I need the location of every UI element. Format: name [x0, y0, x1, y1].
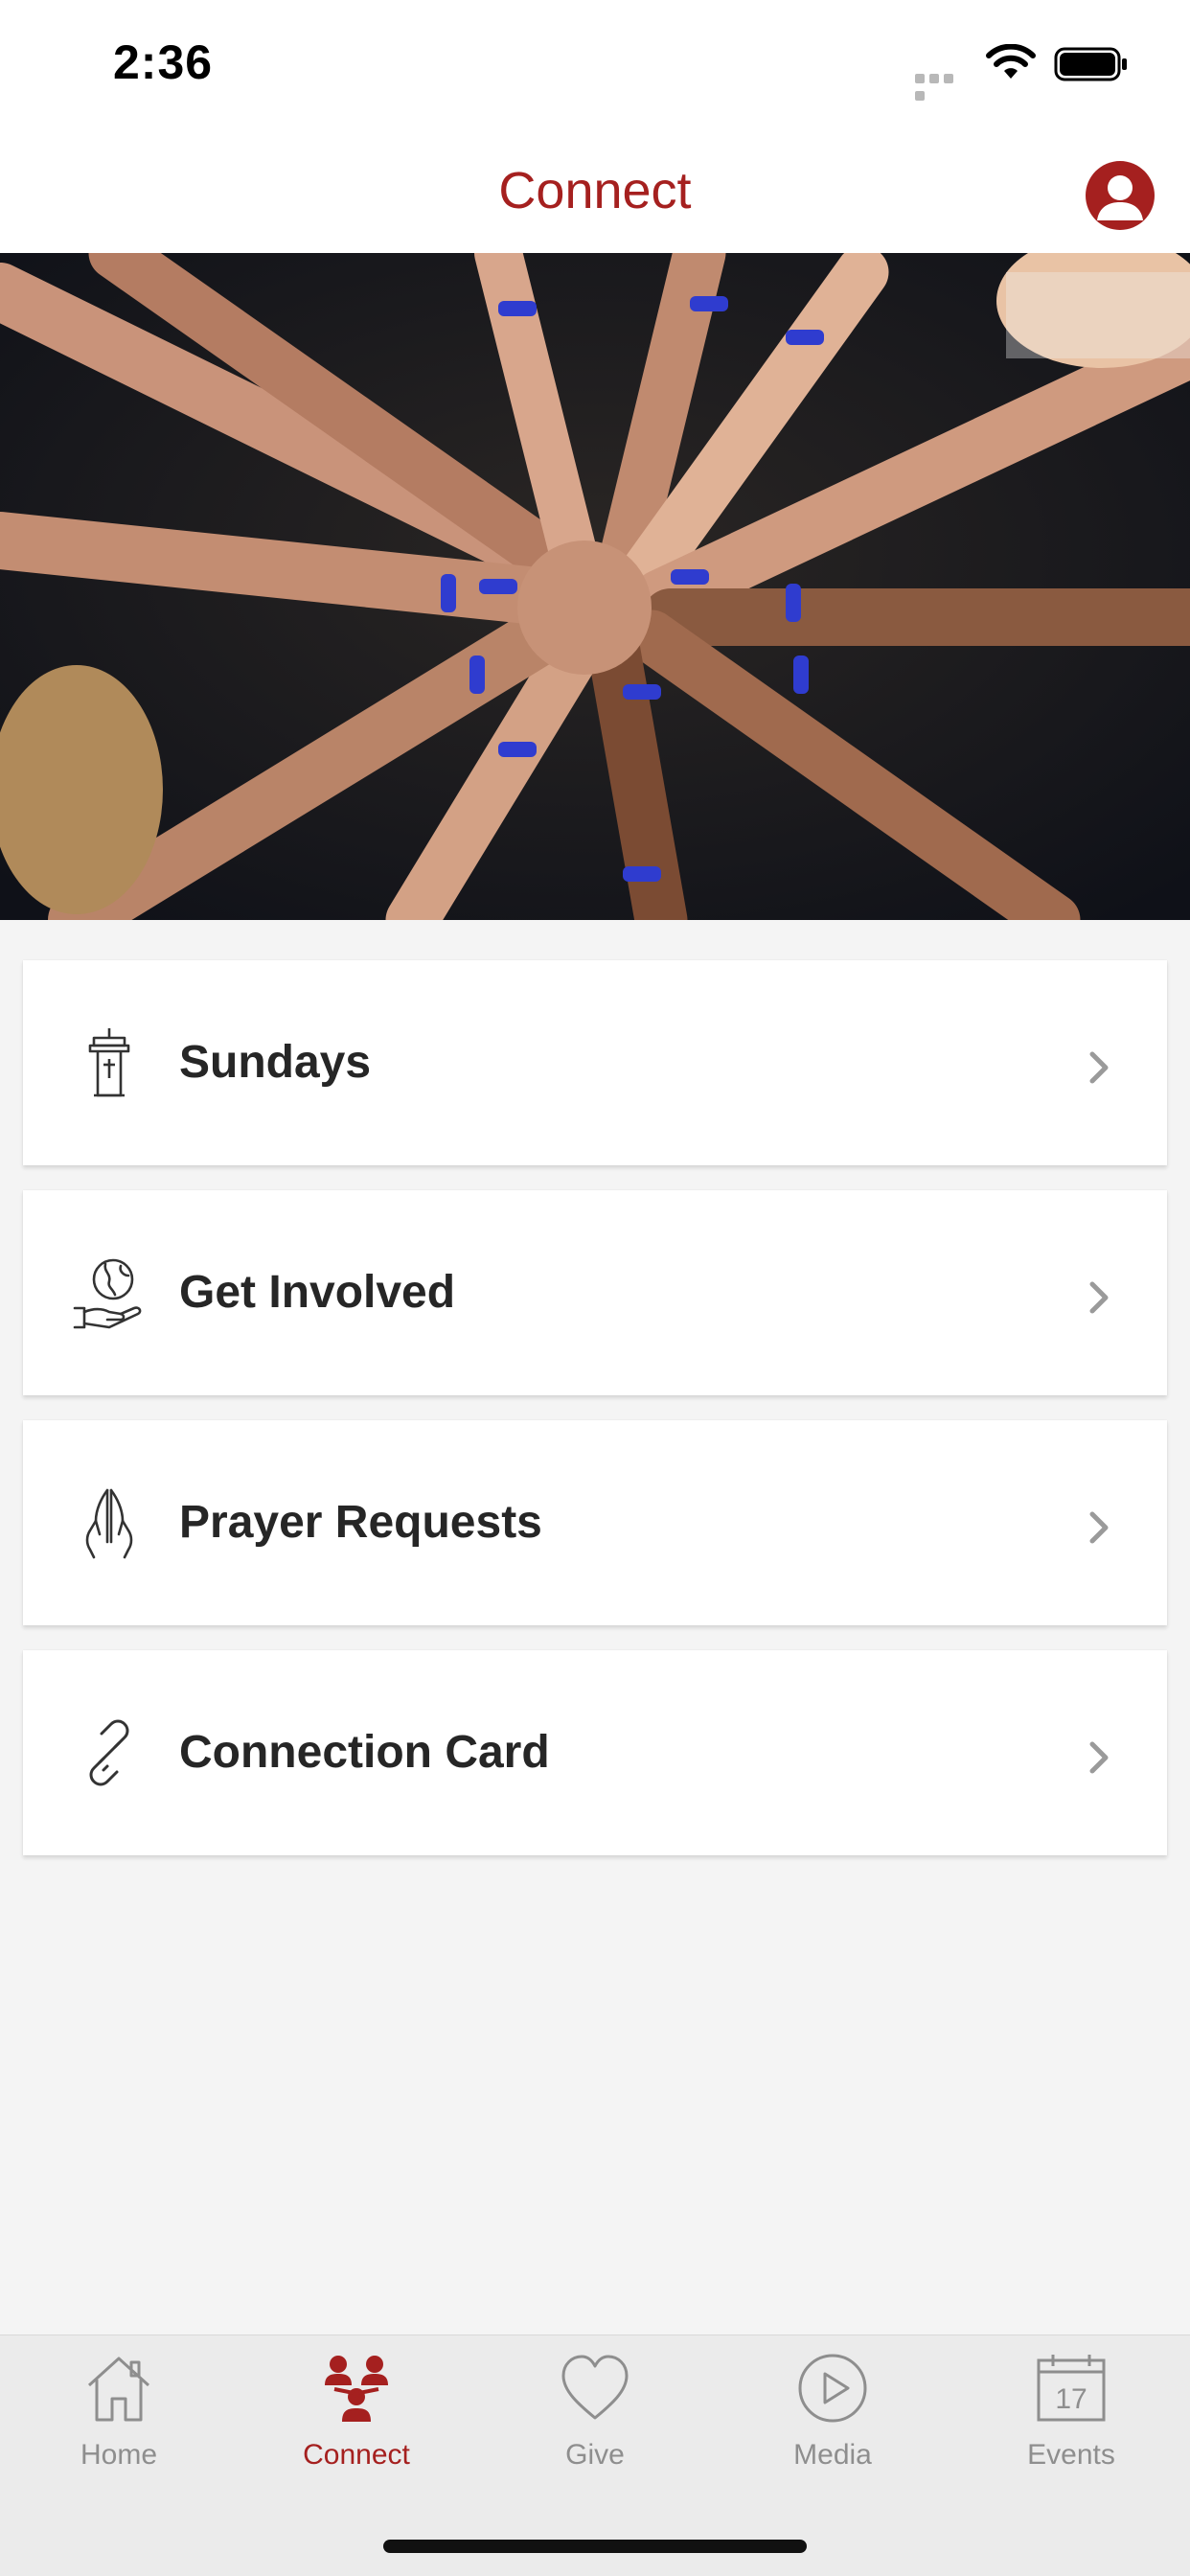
- navigation-bar: Connect: [0, 134, 1190, 253]
- status-time: 2:36: [113, 35, 214, 89]
- home-indicator: [383, 2540, 807, 2553]
- page-title: Connect: [498, 162, 692, 219]
- menu-item-get-involved[interactable]: Get Involved: [23, 1190, 1167, 1395]
- menu-item-label: Sundays: [179, 1037, 372, 1088]
- tab-label: Connect: [303, 2439, 410, 2471]
- calendar-day-number: 17: [1055, 2383, 1087, 2415]
- tab-media[interactable]: Media: [714, 2335, 951, 2489]
- home-icon: [87, 2357, 150, 2422]
- tab-label: Events: [1027, 2439, 1115, 2471]
- menu-item-label: Connection Card: [179, 1727, 550, 1778]
- calendar-icon: 17: [1037, 2355, 1106, 2422]
- chevron-right-icon: [1089, 1051, 1109, 1084]
- tab-label: Home: [80, 2439, 158, 2471]
- tab-events[interactable]: 17 Events: [952, 2335, 1190, 2489]
- hands-together-photo: [0, 253, 1190, 920]
- menu-item-label: Prayer Requests: [179, 1497, 542, 1548]
- user-avatar-icon: [1097, 175, 1143, 220]
- tab-label: Give: [565, 2439, 625, 2471]
- heart-icon: [561, 2355, 629, 2420]
- wifi-icon: [986, 44, 1036, 79]
- menu-item-connection-card[interactable]: Connection Card: [23, 1650, 1167, 1855]
- chevron-right-icon: [1089, 1511, 1109, 1544]
- menu-item-label: Get Involved: [179, 1267, 456, 1318]
- link-icon: [89, 1719, 129, 1786]
- connect-menu: Sundays Get Involved Prayer Requests Con…: [23, 960, 1167, 1880]
- hero-image: [0, 253, 1190, 920]
- people-group-icon: [325, 2356, 388, 2422]
- cellular-signal-icon: [915, 71, 971, 101]
- profile-button[interactable]: [1086, 161, 1155, 230]
- status-bar: 2:36: [0, 0, 1190, 134]
- tab-label: Media: [793, 2439, 872, 2471]
- chevron-right-icon: [1089, 1741, 1109, 1774]
- menu-item-sundays[interactable]: Sundays: [23, 960, 1167, 1165]
- pulpit-icon: [88, 1028, 130, 1097]
- tab-home[interactable]: Home: [0, 2335, 238, 2489]
- connect-screen: 2:36 Connect Sundays Get Involved Prayer…: [0, 0, 1190, 2576]
- tab-connect[interactable]: Connect: [238, 2335, 475, 2489]
- chevron-right-icon: [1089, 1281, 1109, 1314]
- battery-icon: [1054, 47, 1127, 81]
- praying-hands-icon: [85, 1488, 133, 1559]
- globe-in-hand-icon: [73, 1258, 142, 1329]
- play-circle-icon: [798, 2354, 867, 2423]
- tab-give[interactable]: Give: [476, 2335, 714, 2489]
- menu-item-prayer-requests[interactable]: Prayer Requests: [23, 1420, 1167, 1625]
